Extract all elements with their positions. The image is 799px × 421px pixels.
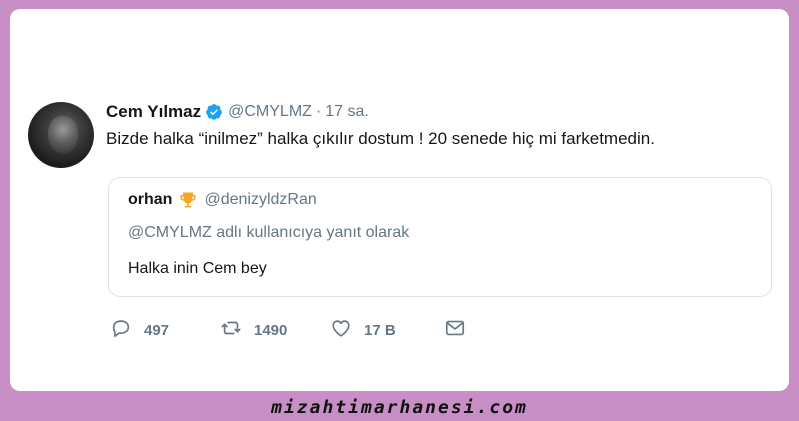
retweet-button[interactable]: 1490 bbox=[220, 317, 330, 343]
quoted-author-handle[interactable]: @denizyldzRan bbox=[204, 191, 316, 209]
avatar[interactable] bbox=[28, 102, 94, 168]
like-icon bbox=[330, 317, 352, 344]
tweet-card: Cem Yılmaz @CMYLMZ · 17 sa. Bizde halka … bbox=[10, 9, 789, 391]
watermark-footer: mizahtimarhanesi.com bbox=[0, 393, 799, 421]
verified-badge-icon bbox=[205, 103, 223, 121]
quoted-tweet[interactable]: orhan @denizyldzRan @CMYLMZ adlı kullanı… bbox=[108, 177, 772, 297]
quoted-tweet-header: orhan @denizyldzRan bbox=[128, 190, 317, 210]
reply-count: 497 bbox=[144, 321, 170, 339]
tweet-text: Bizde halka “inilmez” halka çıkılır dost… bbox=[106, 129, 655, 148]
tweet-header: Cem Yılmaz @CMYLMZ · 17 sa. bbox=[106, 101, 369, 123]
like-count: 17 B bbox=[364, 321, 396, 339]
direct-message-button[interactable] bbox=[444, 317, 466, 343]
reply-icon bbox=[110, 317, 132, 344]
quoted-tweet-text: Halka inin Cem bey bbox=[128, 260, 267, 277]
retweet-count: 1490 bbox=[254, 321, 288, 339]
meta-separator: · bbox=[315, 103, 322, 120]
author-handle[interactable]: @CMYLMZ bbox=[228, 103, 312, 121]
author-name[interactable]: Cem Yılmaz bbox=[106, 102, 201, 122]
quoted-author-name[interactable]: orhan bbox=[128, 191, 172, 209]
watermark-text: mizahtimarhanesi.com bbox=[271, 396, 528, 418]
reply-button[interactable]: 497 bbox=[110, 317, 220, 343]
trophy-icon bbox=[178, 190, 198, 210]
message-icon bbox=[444, 317, 466, 344]
retweet-icon bbox=[220, 317, 242, 344]
reply-context: @CMYLMZ adlı kullanıcıya yanıt olarak bbox=[128, 224, 410, 241]
like-button[interactable]: 17 B bbox=[330, 317, 444, 343]
tweet-timestamp[interactable]: 17 sa. bbox=[325, 103, 369, 121]
action-bar: 497 1490 17 B bbox=[110, 317, 466, 343]
